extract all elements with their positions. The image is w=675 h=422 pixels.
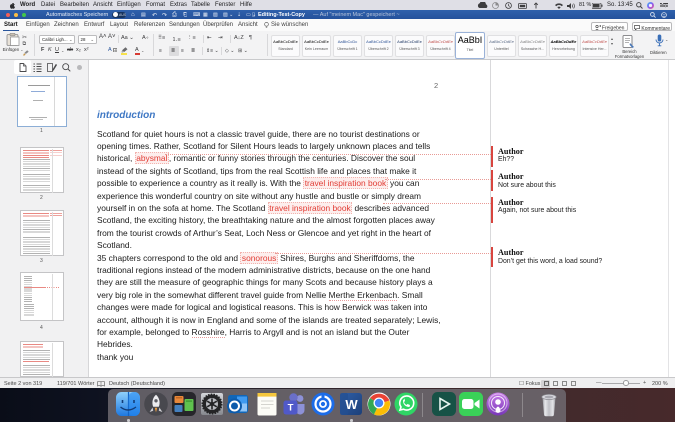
svg-text:W: W [345, 397, 358, 412]
svg-text:T: T [288, 403, 294, 414]
